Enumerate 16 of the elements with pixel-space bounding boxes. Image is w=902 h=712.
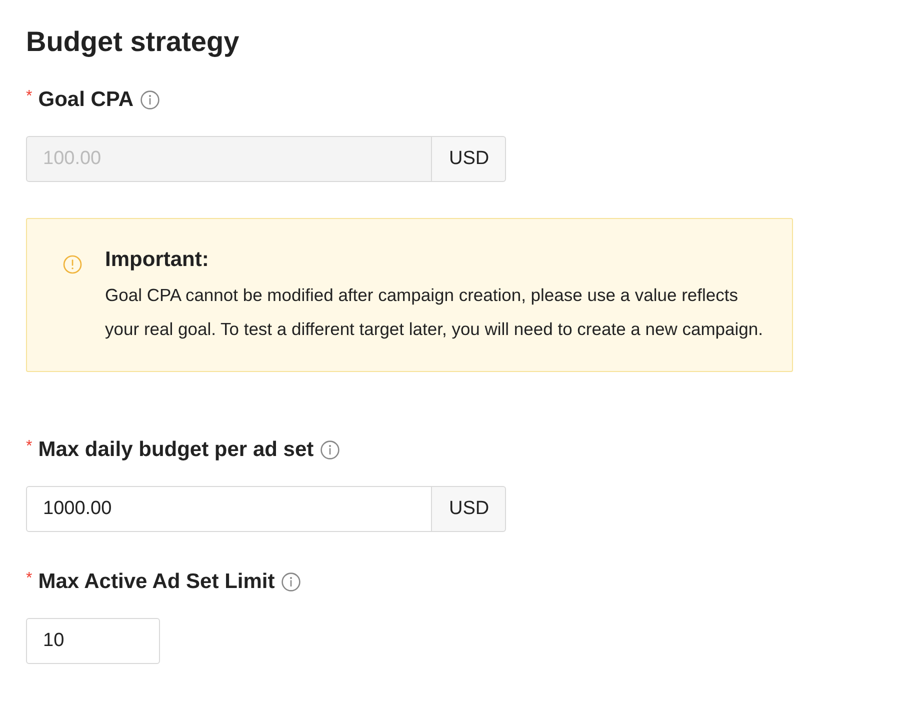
input-field[interactable]: 10 — [26, 618, 160, 664]
info-icon[interactable] — [320, 440, 340, 460]
field-label: Max Active Ad Set Limit — [38, 570, 275, 594]
alert-title: Important: — [105, 247, 210, 273]
section-title: Budget strategy — [26, 25, 240, 59]
required-mark: * — [26, 570, 32, 588]
required-mark: * — [26, 88, 32, 106]
unit-label: USD — [432, 136, 506, 182]
field-label: Goal CPA — [38, 88, 134, 112]
info-icon[interactable] — [140, 90, 160, 110]
field-label: Max daily budget per ad set — [38, 438, 314, 462]
required-mark: * — [26, 438, 32, 456]
unit-label: USD — [432, 486, 506, 532]
alert-message: Goal CPA cannot be modified after campaign creation, please use a value reflects your real goal. To test a different target later, you will need to create a new campaign. — [105, 284, 764, 341]
info-icon[interactable] — [280, 572, 301, 592]
input-field[interactable]: 1000.00 — [26, 486, 432, 532]
